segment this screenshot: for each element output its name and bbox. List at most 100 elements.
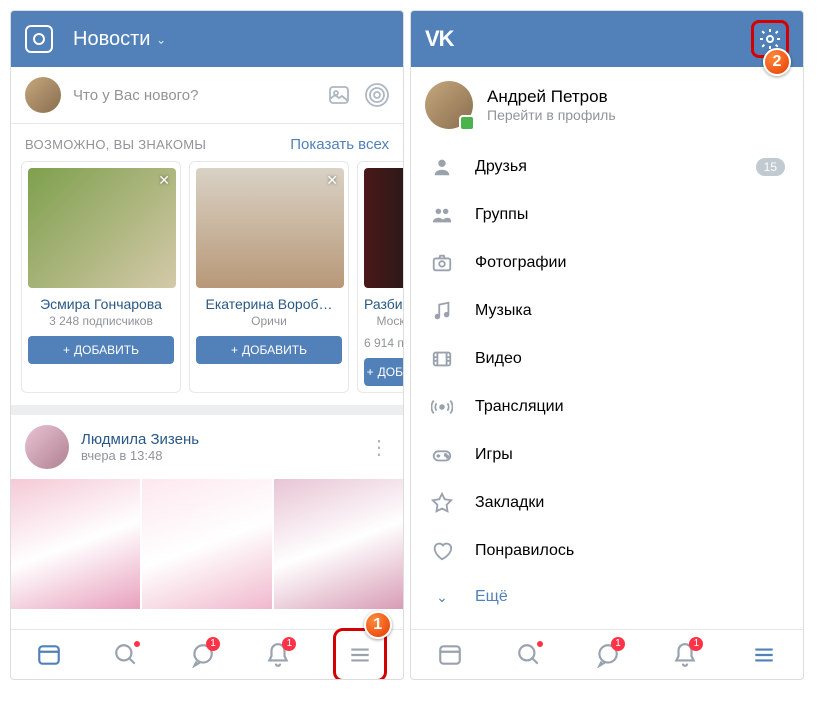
card-sub: Оричи: [196, 314, 342, 328]
more-label: Ещё: [475, 588, 508, 606]
menu-photos[interactable]: Фотографии: [411, 239, 803, 287]
post-image[interactable]: [274, 479, 403, 609]
post-image[interactable]: [142, 479, 271, 609]
card-image: [364, 168, 403, 288]
suggest-label: ВОЗМОЖНО, ВЫ ЗНАКОМЫ: [25, 137, 206, 152]
profile-block[interactable]: Андрей Петров Перейти в профиль: [411, 67, 803, 143]
suggestion-card[interactable]: Разбитое Се Москва 6 914 подписч +ДОБАВИ: [357, 161, 403, 393]
menu-video[interactable]: Видео: [411, 335, 803, 383]
avatar: [425, 81, 473, 129]
video-icon: [429, 348, 455, 370]
photo-icon[interactable]: [327, 83, 351, 107]
menu-label: Друзья: [475, 158, 736, 176]
heart-icon: [429, 540, 455, 562]
bottom-nav: 1 1 1: [11, 629, 403, 679]
menu-label: Фотографии: [475, 254, 785, 272]
notification-dot: [134, 641, 140, 647]
gear-highlight: 2: [751, 20, 789, 58]
menu-label: Понравилось: [475, 542, 785, 560]
vk-logo: VK: [425, 26, 454, 52]
header: VK 2: [411, 11, 803, 67]
phone-left: Новости ⌃ Что у Вас нового? ВОЗМОЖНО, ВЫ…: [10, 10, 404, 680]
card-sub: Москва: [364, 314, 403, 328]
music-icon: [429, 300, 455, 322]
post-time: вчера в 13:48: [81, 448, 199, 463]
composer[interactable]: Что у Вас нового?: [11, 67, 403, 124]
menu-more[interactable]: ⌄ Ещё: [411, 575, 803, 619]
add-button[interactable]: +ДОБАВИТЬ: [28, 336, 174, 364]
menu-liked[interactable]: Понравилось: [411, 527, 803, 575]
broadcast-icon: [429, 396, 455, 418]
menu-highlight: 1: [333, 628, 387, 681]
star-icon: [429, 492, 455, 514]
callout-1: 1: [364, 611, 392, 639]
friends-badge: 15: [756, 158, 785, 176]
bottom-nav: 1 1: [411, 629, 803, 679]
menu-friends[interactable]: Друзья 15: [411, 143, 803, 191]
profile-sub: Перейти в профиль: [487, 107, 616, 123]
card-sub: 3 248 подписчиков: [28, 314, 174, 328]
badge: 1: [689, 637, 703, 651]
menu-music[interactable]: Музыка: [411, 287, 803, 335]
nav-menu[interactable]: [338, 633, 382, 677]
card-name: Екатерина Вороб…: [196, 296, 342, 312]
avatar: [25, 77, 61, 113]
user-icon: [429, 156, 455, 178]
menu-list: Друзья 15 Группы Фотографии Музыка Видео…: [411, 143, 803, 629]
nav-notifications[interactable]: 1: [256, 633, 300, 677]
phone-right: VK 2 Андрей Петров Перейти в профиль Дру…: [410, 10, 804, 680]
post-header[interactable]: Людмила Зизень вчера в 13:48 ⋮: [11, 415, 403, 479]
close-icon[interactable]: ✕: [326, 172, 338, 189]
menu-games[interactable]: Игры: [411, 431, 803, 479]
post-image[interactable]: [11, 479, 140, 609]
header-title[interactable]: Новости ⌃: [73, 28, 166, 51]
divider: [11, 405, 403, 415]
badge: 1: [282, 637, 296, 651]
menu-label: Музыка: [475, 302, 785, 320]
card-name: Разбитое Се: [364, 296, 403, 312]
more-icon[interactable]: ⋮: [369, 435, 389, 460]
nav-messages[interactable]: 1: [585, 633, 629, 677]
menu-label: Закладки: [475, 494, 785, 512]
card-sub2: 6 914 подписч: [364, 336, 403, 350]
menu-label: Игры: [475, 446, 785, 464]
avatar[interactable]: [25, 425, 69, 469]
nav-search[interactable]: [104, 633, 148, 677]
menu-broadcast[interactable]: Трансляции: [411, 383, 803, 431]
header: Новости ⌃: [11, 11, 403, 67]
badge: 1: [206, 637, 220, 651]
close-icon[interactable]: ✕: [158, 172, 170, 189]
suggestion-card[interactable]: ✕ Эсмира Гончарова 3 248 подписчиков +ДО…: [21, 161, 181, 393]
nav-messages[interactable]: 1: [180, 633, 224, 677]
menu-bookmarks[interactable]: Закладки: [411, 479, 803, 527]
add-button[interactable]: +ДОБАВИТЬ: [196, 336, 342, 364]
chevron-down-icon: ⌃: [156, 32, 166, 46]
camera-icon[interactable]: [25, 25, 53, 53]
badge: 1: [611, 637, 625, 651]
nav-search[interactable]: [507, 633, 551, 677]
camera-icon: [429, 252, 455, 274]
nav-notifications[interactable]: 1: [663, 633, 707, 677]
profile-name: Андрей Петров: [487, 87, 616, 107]
suggestion-card[interactable]: ✕ Екатерина Вороб… Оричи +ДОБАВИТЬ: [189, 161, 349, 393]
menu-label: Видео: [475, 350, 785, 368]
add-button[interactable]: +ДОБАВИ: [364, 358, 403, 386]
menu-groups[interactable]: Группы: [411, 191, 803, 239]
composer-input[interactable]: Что у Вас нового?: [73, 87, 315, 104]
suggestion-cards[interactable]: ✕ Эсмира Гончарова 3 248 подписчиков +ДО…: [11, 161, 403, 405]
menu-label: Группы: [475, 206, 785, 224]
nav-menu[interactable]: [742, 633, 786, 677]
title-text: Новости: [73, 28, 150, 51]
card-image: [196, 168, 344, 288]
suggestions-header: ВОЗМОЖНО, ВЫ ЗНАКОМЫ Показать всех: [11, 124, 403, 161]
card-image: [28, 168, 176, 288]
nav-news[interactable]: [428, 633, 472, 677]
show-all-link[interactable]: Показать всех: [290, 136, 389, 153]
post-author[interactable]: Людмила Зизень: [81, 431, 199, 448]
live-icon[interactable]: [365, 83, 389, 107]
callout-2: 2: [763, 48, 791, 76]
card-name: Эсмира Гончарова: [28, 296, 174, 312]
post-images[interactable]: [11, 479, 403, 609]
nav-news[interactable]: [27, 633, 71, 677]
game-icon: [429, 444, 455, 466]
